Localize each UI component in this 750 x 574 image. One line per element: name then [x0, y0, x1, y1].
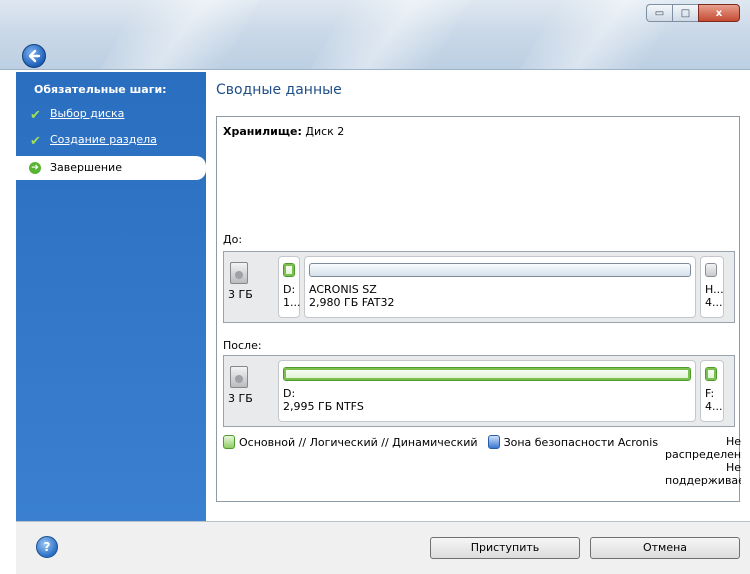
current-step-arrow-icon: ➔ — [29, 162, 41, 174]
partition-text: D: 1... — [283, 283, 301, 309]
minimize-button[interactable]: ▭ — [646, 4, 672, 22]
disk-layout-after: 3 ГБ D: 2,995 ГБ NTFS F: 4... — [223, 355, 735, 427]
partition-size: 4... — [705, 296, 723, 309]
window-controls: ▭ □ x — [646, 4, 740, 22]
primary-partition-swatch — [223, 435, 235, 449]
partition-letter: D: — [283, 283, 296, 296]
partition-text: F: 4... — [705, 387, 725, 413]
storage-value: Диск 2 — [305, 125, 345, 138]
partition-letter: D: — [283, 387, 296, 400]
partition-bar — [309, 263, 691, 277]
summary-panel: Хранилище: Диск 2 До: 3 ГБ D: 1... ACRON… — [216, 116, 741, 502]
titlebar-glare — [99, 0, 261, 69]
partition-letter: F: — [705, 387, 715, 400]
legend-acronis-zone: Зона безопасности Acronis — [503, 435, 659, 449]
wizard-footer: ? Приступить Отмена — [16, 521, 750, 574]
maximize-button[interactable]: □ — [672, 4, 698, 22]
partition-legend: Основной // Логический // Динамический З… — [223, 435, 658, 449]
legend-unsupported-line1: Не — [725, 461, 741, 474]
legend-unallocated-line2: распределен — [665, 448, 741, 461]
partition-text: H... 4... — [705, 283, 725, 309]
sidebar-step-label[interactable]: Выбор диска — [50, 107, 124, 120]
check-icon: ✔ — [30, 134, 41, 149]
legend-unsupported-line2: поддерживае — [665, 474, 741, 487]
storage-label: Хранилище: — [223, 125, 302, 138]
help-icon: ? — [43, 540, 51, 554]
sidebar-step-disk-selection[interactable]: ✔ Выбор диска — [16, 104, 206, 130]
legend-right-column: Не распределен Не поддерживае — [665, 435, 741, 487]
partition-bar — [283, 367, 691, 381]
titlebar-glare — [309, 0, 471, 69]
check-icon: ✔ — [30, 108, 41, 123]
after-label: После: — [223, 339, 262, 352]
minimize-icon: ▭ — [654, 7, 665, 19]
partition-name: ACRONIS SZ — [309, 283, 377, 296]
storage-line: Хранилище: Диск 2 — [223, 125, 344, 138]
wizard-sidebar: Обязательные шаги: ✔ Выбор диска ✔ Созда… — [16, 72, 206, 521]
partition-d-after[interactable]: D: 2,995 ГБ NTFS — [278, 360, 696, 422]
disk-size: 3 ГБ — [228, 288, 253, 301]
partition-size: 4... — [705, 400, 723, 413]
close-icon: x — [715, 7, 723, 19]
partition-bar — [705, 263, 717, 277]
sidebar-step-label[interactable]: Создание раздела — [50, 133, 157, 146]
partition-bar — [283, 263, 295, 277]
help-button[interactable]: ? — [36, 536, 58, 558]
partition-info: 2,980 ГБ FAT32 — [309, 296, 395, 309]
partition-bar — [705, 367, 717, 381]
back-button[interactable] — [22, 44, 46, 68]
sidebar-heading: Обязательные шаги: — [34, 83, 167, 96]
acronis-zone-swatch — [487, 435, 500, 449]
disk-size: 3 ГБ — [228, 392, 253, 405]
partition-d-before[interactable]: D: 1... — [278, 256, 301, 318]
partition-text: ACRONIS SZ 2,980 ГБ FAT32 — [309, 283, 394, 309]
partition-size: 1... — [283, 296, 301, 309]
before-label: До: — [223, 233, 243, 246]
proceed-button[interactable]: Приступить — [430, 537, 580, 559]
partition-letter: H... — [705, 283, 724, 296]
legend-unallocated-line1: Не — [725, 435, 741, 448]
maximize-icon: □ — [680, 7, 691, 19]
partition-text: D: 2,995 ГБ NTFS — [283, 387, 364, 413]
hard-disk-icon — [230, 262, 248, 284]
main-content: Сводные данные Хранилище: Диск 2 До: 3 Г… — [206, 72, 750, 521]
partition-acronis-sz-before[interactable]: ACRONIS SZ 2,980 ГБ FAT32 — [304, 256, 696, 318]
partition-info: 2,995 ГБ NTFS — [283, 400, 364, 413]
window-titlebar: ▭ □ x — [0, 0, 750, 70]
partition-f-after[interactable]: F: 4... — [700, 360, 724, 422]
legend-primary: Основной // Логический // Динамический — [239, 435, 478, 449]
sidebar-step-label: Завершение — [50, 161, 122, 174]
close-button[interactable]: x — [698, 4, 740, 22]
sidebar-step-finish: ➔ Завершение — [16, 156, 206, 180]
cancel-button[interactable]: Отмена — [590, 537, 740, 559]
hard-disk-icon — [230, 366, 248, 388]
back-arrow-icon — [28, 49, 41, 63]
disk-layout-before: 3 ГБ D: 1... ACRONIS SZ 2,980 ГБ FAT32 H… — [223, 251, 735, 323]
partition-h-before[interactable]: H... 4... — [700, 256, 724, 318]
page-title: Сводные данные — [216, 82, 342, 98]
sidebar-step-partition-creation[interactable]: ✔ Создание раздела — [16, 130, 206, 156]
